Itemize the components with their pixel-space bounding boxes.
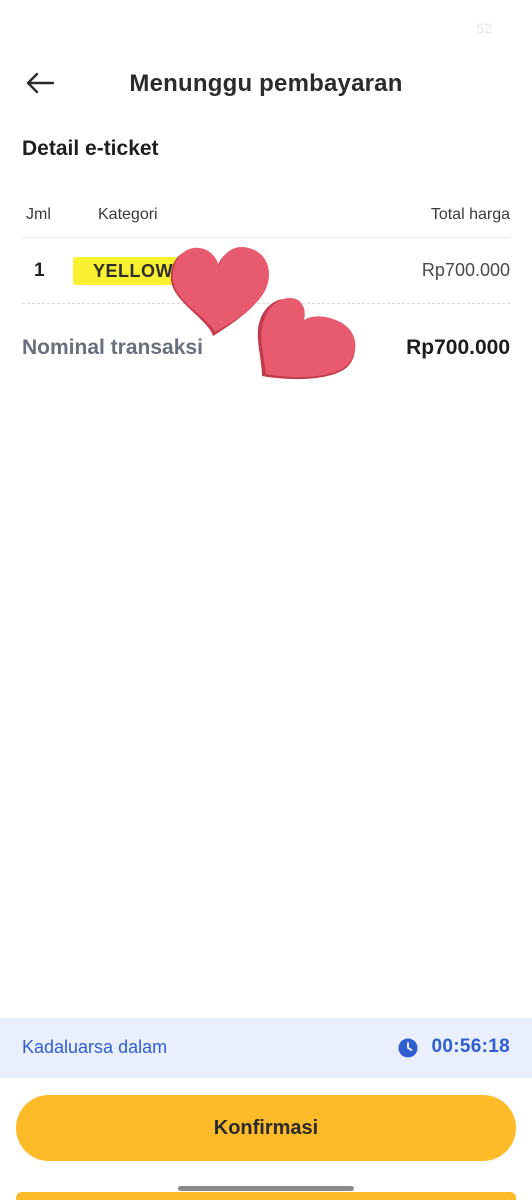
column-header-qty: Jml — [26, 206, 51, 223]
header-divider — [22, 237, 510, 238]
status-bar-number: 52 — [476, 20, 492, 36]
header: Menunggu pembayaran — [0, 56, 532, 112]
row-price: Rp700.000 — [421, 260, 510, 280]
nominal-value: Rp700.000 — [406, 336, 510, 359]
table-header: Jml Kategori Total harga — [22, 206, 510, 228]
heart-sticker-icon — [257, 298, 356, 380]
expiry-countdown: 00:56:18 — [431, 1036, 510, 1057]
expiry-label: Kadaluarsa dalam — [22, 1037, 168, 1057]
section-title: Detail e-ticket — [22, 137, 159, 160]
home-indicator[interactable] — [178, 1186, 354, 1191]
expiry-banner: Kadaluarsa dalam 00:56:18 — [0, 1018, 532, 1078]
column-header-total: Total harga — [430, 206, 510, 223]
page-title: Menunggu pembayaran — [129, 70, 403, 97]
confirm-button[interactable]: Konfirmasi — [16, 1095, 516, 1161]
clock-icon — [398, 1038, 418, 1058]
screen: 52 Menunggu pembayaran Detail e-ticket J… — [0, 0, 532, 1200]
row-qty: 1 — [34, 260, 45, 281]
peeking-button-edge — [16, 1192, 516, 1200]
column-header-category: Kategori — [98, 206, 158, 223]
